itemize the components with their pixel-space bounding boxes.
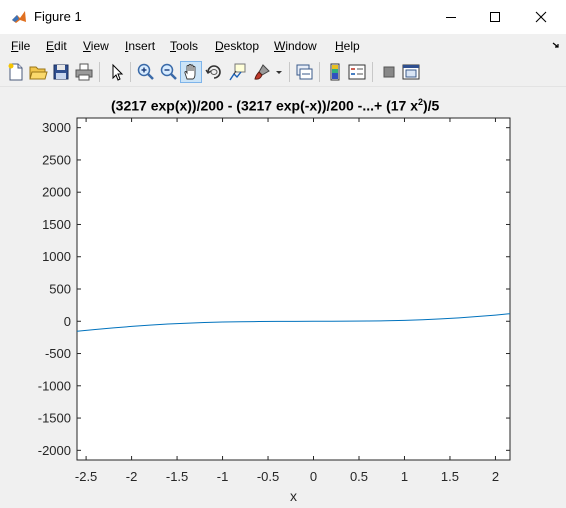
x-tick-label: -1.5 (166, 469, 188, 484)
x-tick-label: 1.5 (441, 469, 459, 484)
axes-box (76, 117, 511, 461)
x-tick-label: 2 (492, 469, 499, 484)
x-tick-label: -2 (126, 469, 138, 484)
figure-window: Figure 1 File Edit View Insert Tools Des… (0, 0, 566, 508)
x-tick-label: 0.5 (350, 469, 368, 484)
x-axis-label: x (290, 488, 297, 504)
x-tick-label: -1 (217, 469, 229, 484)
y-tick-label: 2000 (42, 185, 71, 200)
y-tick-label: -2000 (38, 443, 71, 458)
y-tick-label: 1500 (42, 217, 71, 232)
x-tick-label: -0.5 (257, 469, 279, 484)
y-tick-label: 2500 (42, 152, 71, 167)
y-tick-label: 500 (49, 282, 71, 297)
plot-axes[interactable]: -2.5 -2 -1.5 -1 -0.5 0 0.5 1 1.5 2 3000 2500 2000 150… (0, 0, 566, 508)
y-tick-label: 1000 (42, 249, 71, 264)
y-tick-label: 3000 (42, 120, 71, 135)
y-tick-label: 0 (64, 314, 71, 329)
x-tick-label: -2.5 (75, 469, 97, 484)
y-tick-label: -1000 (38, 378, 71, 393)
y-tick-label: -1500 (38, 411, 71, 426)
x-tick-label: 0 (310, 469, 317, 484)
x-tick-label: 1 (401, 469, 408, 484)
y-tick-label: -500 (45, 346, 71, 361)
